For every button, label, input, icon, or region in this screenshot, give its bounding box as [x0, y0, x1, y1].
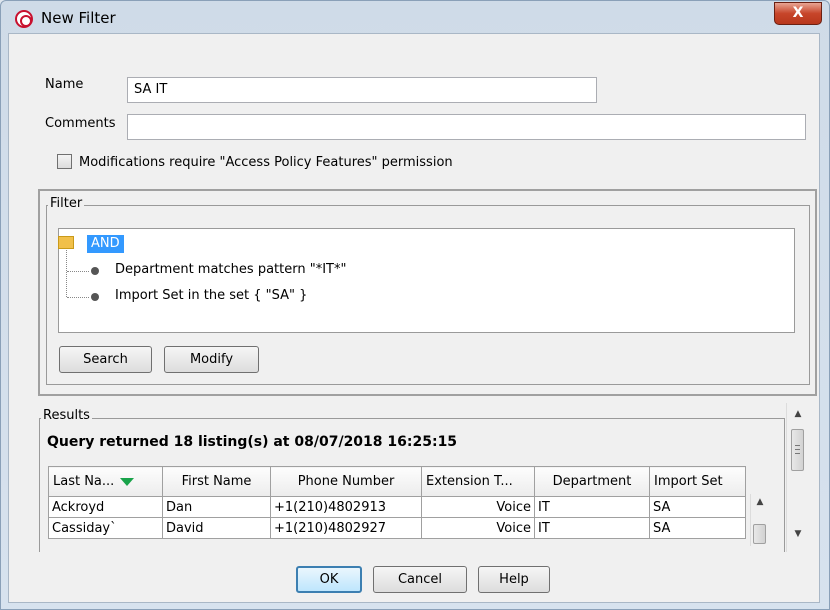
results-table[interactable]: Last Na... First Name Phone Number Exten… [48, 466, 746, 539]
dialog-scrollbar[interactable]: ▲ ▼ [786, 403, 809, 552]
close-icon: X [792, 5, 804, 21]
app-icon [15, 10, 33, 28]
cell-import-set: SA [649, 517, 746, 539]
help-button[interactable]: Help [478, 566, 550, 593]
tree-connector [66, 250, 67, 297]
cell-phone-number: +1(210)4802927 [270, 517, 422, 539]
close-button[interactable]: X [774, 2, 822, 25]
tree-node-condition[interactable]: Department matches pattern "*IT*" [115, 262, 346, 277]
cell-department: IT [534, 517, 650, 539]
column-header-department[interactable]: Department [534, 466, 650, 497]
results-summary: Query returned 18 listing(s) at 08/07/20… [47, 434, 458, 450]
window-title: New Filter [41, 9, 116, 27]
column-header-extension-type[interactable]: Extension T... [421, 466, 535, 497]
dialog-scroll-thumb[interactable] [791, 429, 804, 471]
table-scrollbar[interactable]: ▲ [750, 494, 769, 546]
grip-icon [795, 445, 800, 446]
filter-tree[interactable] [58, 228, 795, 333]
cell-extension-type: Voice [421, 496, 535, 518]
search-button[interactable]: Search [59, 346, 152, 373]
cell-extension-type: Voice [421, 517, 535, 539]
modify-button[interactable]: Modify [164, 346, 259, 373]
cell-last-name: Cassiday` [48, 517, 163, 539]
grip-icon [795, 453, 800, 454]
comments-label: Comments [45, 116, 116, 131]
condition-bullet-icon [91, 267, 99, 275]
tree-connector [67, 297, 89, 298]
sort-descending-icon [120, 477, 135, 486]
tree-node-and[interactable]: AND [87, 235, 124, 253]
table-row[interactable]: Ackroyd Dan +1(210)4802913 Voice IT SA [48, 496, 746, 518]
tree-connector [67, 271, 89, 272]
permission-checkbox[interactable] [57, 154, 72, 169]
cancel-button[interactable]: Cancel [373, 566, 467, 593]
cell-first-name: David [162, 517, 271, 539]
cell-department: IT [534, 496, 650, 518]
comments-input[interactable] [127, 114, 806, 140]
grip-icon [795, 449, 800, 450]
table-scroll-thumb[interactable] [753, 524, 766, 544]
results-group-title: Results [41, 408, 92, 423]
column-header-last-name[interactable]: Last Na... [48, 466, 163, 497]
folder-icon [58, 236, 74, 249]
permission-checkbox-label: Modifications require "Access Policy Fea… [79, 155, 453, 170]
cell-first-name: Dan [162, 496, 271, 518]
cell-last-name: Ackroyd [48, 496, 163, 518]
cell-import-set: SA [649, 496, 746, 518]
scroll-up-icon[interactable]: ▲ [752, 497, 768, 507]
ok-button[interactable]: OK [296, 566, 362, 593]
column-header-first-name[interactable]: First Name [162, 466, 271, 497]
filter-group-title: Filter [48, 196, 85, 211]
name-input[interactable]: SA IT [127, 77, 597, 103]
column-header-import-set[interactable]: Import Set [649, 466, 746, 497]
condition-bullet-icon [91, 293, 99, 301]
tree-node-condition[interactable]: Import Set in the set { "SA" } [115, 288, 307, 303]
name-label: Name [45, 77, 84, 92]
title-bar[interactable]: New Filter X [1, 1, 829, 35]
table-header-row: Last Na... First Name Phone Number Exten… [48, 466, 746, 497]
table-row[interactable]: Cassiday` David +1(210)4802927 Voice IT … [48, 517, 746, 539]
scroll-down-icon[interactable]: ▼ [790, 529, 806, 539]
scroll-up-icon[interactable]: ▲ [790, 409, 806, 419]
column-header-phone-number[interactable]: Phone Number [270, 466, 422, 497]
cell-phone-number: +1(210)4802913 [270, 496, 422, 518]
